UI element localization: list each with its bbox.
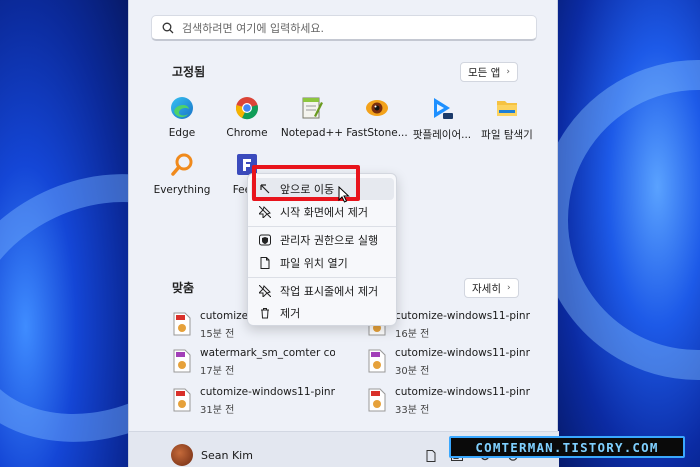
folder-icon <box>497 101 517 116</box>
potplayer-icon <box>434 98 453 119</box>
wallpaper-right <box>558 0 700 467</box>
shield-icon <box>259 234 271 246</box>
recommended-item-name: cutomize-windows11-pinne... <box>395 310 530 322</box>
more-button[interactable]: 자세히 › <box>464 278 519 298</box>
trash-icon <box>261 308 269 319</box>
search-icon <box>162 22 174 33</box>
file-location-icon <box>260 257 270 269</box>
context-item-label: 관리자 권한으로 실행 <box>280 234 379 247</box>
jpg-file-icon <box>368 388 386 412</box>
context-item-label: 시작 화면에서 제거 <box>280 206 368 219</box>
context-divider <box>248 226 396 227</box>
context-divider <box>248 277 396 278</box>
document-icon[interactable] <box>425 450 437 462</box>
everything-icon <box>171 153 193 176</box>
recommended-item-time: 30분 전 <box>395 366 430 377</box>
recommended-item[interactable]: watermark_sm_comter copy... 17분 전 <box>172 347 335 383</box>
all-apps-button[interactable]: 모든 앱 › <box>460 62 518 82</box>
context-item-open-file-location[interactable]: 파일 위치 열기 <box>251 252 394 274</box>
search-placeholder: 검색하려면 여기에 입력하세요. <box>182 21 325 35</box>
pinned-app-label: 파일 탐색기 <box>481 129 533 141</box>
png-file-icon <box>368 349 386 373</box>
mouse-pointer-icon <box>338 186 350 203</box>
recommended-item-time: 33분 전 <box>395 405 430 416</box>
chevron-right-icon: › <box>506 67 510 77</box>
context-item-label: 작업 표시줄에서 제거 <box>280 285 379 298</box>
more-label: 자세히 <box>472 282 501 295</box>
jpg-file-icon <box>173 312 191 336</box>
recommended-item-time: 17분 전 <box>200 366 235 377</box>
recommended-item[interactable]: cutomize-windows11-pinne... 33분 전 <box>367 386 530 422</box>
notepadpp-icon <box>302 97 323 119</box>
watermark: COMTERMAN.TISTORY.COM <box>449 436 685 458</box>
recommended-item-name: cutomize-windows11-pinne... <box>395 386 530 398</box>
chrome-icon <box>236 97 258 120</box>
recommended-item-name: cutomize-windows11-pinne... <box>395 347 530 359</box>
context-item-label: 파일 위치 열기 <box>280 257 348 270</box>
recommended-title: 맞춤 <box>172 281 195 295</box>
context-item-unpin-taskbar[interactable]: 작업 표시줄에서 제거 <box>251 280 394 302</box>
all-apps-label: 모든 앱 <box>468 66 501 79</box>
recommended-item-name: cutomize-windows11-pinne... <box>200 386 335 398</box>
jpg-file-icon <box>173 388 191 412</box>
search-box[interactable]: 검색하려면 여기에 입력하세요. <box>151 15 537 41</box>
unpin-taskbar-icon <box>259 285 271 297</box>
pinned-title: 고정됨 <box>172 65 206 79</box>
context-item-run-as-admin[interactable]: 관리자 권한으로 실행 <box>251 229 394 251</box>
pinned-app-file-explorer[interactable]: 파일 탐색기 <box>469 96 545 142</box>
user-name[interactable]: Sean Kim <box>201 449 253 462</box>
recommended-item-time: 31분 전 <box>200 405 235 416</box>
avatar[interactable] <box>171 444 193 466</box>
png-file-icon <box>173 349 191 373</box>
recommended-item-time: 15분 전 <box>200 329 235 340</box>
faststone-icon <box>366 100 388 116</box>
wallpaper-left <box>0 0 128 467</box>
recommended-item[interactable]: cutomize-windows11-pinne... 30분 전 <box>367 347 530 383</box>
recommended-item[interactable]: cutomize-windows11-pinne... 31분 전 <box>172 386 335 422</box>
context-item-uninstall[interactable]: 제거 <box>251 302 394 324</box>
context-item-label: 제거 <box>280 307 301 320</box>
edge-icon <box>171 97 193 119</box>
context-item-unpin-start[interactable]: 시작 화면에서 제거 <box>251 201 394 223</box>
recommended-item-time: 16분 전 <box>395 329 430 340</box>
recommended-item-name: watermark_sm_comter copy... <box>200 347 335 359</box>
unpin-icon <box>259 206 271 218</box>
chevron-right-icon: › <box>506 283 511 293</box>
